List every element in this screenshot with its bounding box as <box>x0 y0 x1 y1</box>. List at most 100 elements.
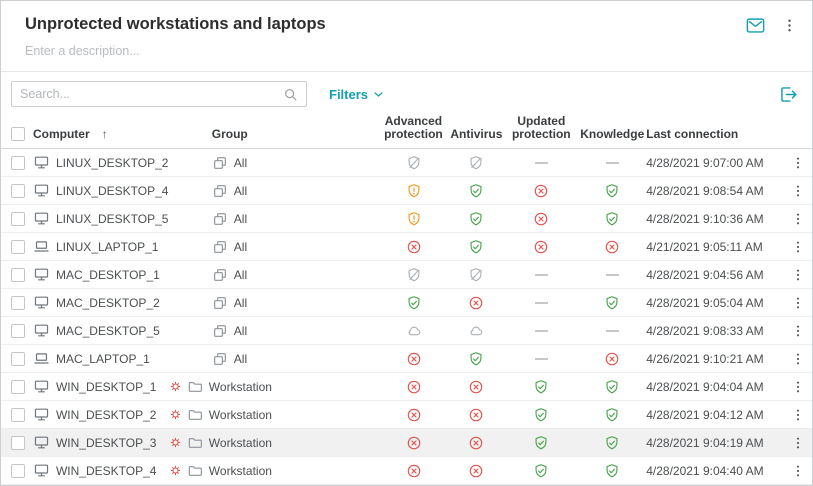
column-header-group[interactable]: Group <box>187 128 377 141</box>
computer-name[interactable]: MAC_DESKTOP_1 <box>56 268 160 282</box>
advanced-protection-status <box>377 463 451 479</box>
table-body: LINUX_DESKTOP_2 All 4/28/2021 9:07:00 AM… <box>1 149 812 485</box>
column-header-last-connection[interactable]: Last connection <box>644 128 784 141</box>
column-header-knowledge[interactable]: Knowledge <box>580 128 644 141</box>
row-kebab-menu-icon[interactable] <box>784 379 812 395</box>
row-kebab-menu-icon[interactable] <box>784 155 812 171</box>
table-row[interactable]: WIN_DESKTOP_4 Workstation 4/28/2021 9:04… <box>1 457 812 485</box>
table-row[interactable]: MAC_DESKTOP_1 All 4/28/2021 9:04:56 AM <box>1 261 812 289</box>
row-kebab-menu-icon[interactable] <box>784 239 812 255</box>
group-cell[interactable]: All <box>187 155 377 171</box>
export-icon[interactable] <box>778 84 799 105</box>
row-checkbox[interactable] <box>11 184 25 198</box>
table-row[interactable]: LINUX_DESKTOP_4 All 4/28/2021 9:08:54 AM <box>1 177 812 205</box>
row-kebab-menu-icon[interactable] <box>784 183 812 199</box>
group-cell[interactable]: All <box>187 295 377 311</box>
sort-ascending-icon[interactable]: ↑ <box>102 128 108 141</box>
group-name: Workstation <box>209 408 272 422</box>
row-kebab-menu-icon[interactable] <box>784 463 812 479</box>
row-kebab-menu-icon[interactable] <box>784 323 812 339</box>
group-cell[interactable]: Workstation <box>187 407 377 423</box>
monitor-icon <box>33 266 50 283</box>
table-row[interactable]: WIN_DESKTOP_1 Workstation 4/28/2021 9:04… <box>1 373 812 401</box>
group-cell[interactable]: All <box>187 351 377 367</box>
folder-icon <box>187 379 203 395</box>
row-checkbox[interactable] <box>11 268 25 282</box>
table-row[interactable]: WIN_DESKTOP_3 Workstation 4/28/2021 9:04… <box>1 429 812 457</box>
table-row[interactable]: MAC_DESKTOP_5 All 4/28/2021 9:08:33 AM <box>1 317 812 345</box>
antivirus-status <box>450 463 502 479</box>
column-label-computer: Computer <box>33 128 90 141</box>
group-cell[interactable]: All <box>187 267 377 283</box>
header-kebab-menu-icon[interactable] <box>781 17 798 34</box>
computer-name[interactable]: WIN_DESKTOP_2 <box>56 408 156 422</box>
email-icon[interactable] <box>745 15 766 36</box>
table-row[interactable]: LINUX_LAPTOP_1 All 4/21/2021 9:05:11 AM <box>1 233 812 261</box>
table-row[interactable]: LINUX_DESKTOP_2 All 4/28/2021 9:07:00 AM <box>1 149 812 177</box>
row-kebab-menu-icon[interactable] <box>784 351 812 367</box>
table-row[interactable]: WIN_DESKTOP_2 Workstation 4/28/2021 9:04… <box>1 401 812 429</box>
knowledge-status <box>580 162 644 164</box>
row-checkbox[interactable] <box>11 156 25 170</box>
advanced-protection-status <box>377 323 451 339</box>
row-checkbox[interactable] <box>11 464 25 478</box>
group-cell[interactable]: All <box>187 323 377 339</box>
row-checkbox[interactable] <box>11 212 25 226</box>
computer-name[interactable]: LINUX_LAPTOP_1 <box>56 240 159 254</box>
computer-name[interactable]: WIN_DESKTOP_3 <box>56 436 156 450</box>
row-kebab-menu-icon[interactable] <box>784 211 812 227</box>
search-box[interactable] <box>11 81 307 107</box>
row-checkbox[interactable] <box>11 324 25 338</box>
column-header-computer[interactable]: Computer ↑ <box>33 128 169 141</box>
last-connection: 4/26/2021 9:10:21 AM <box>644 352 784 366</box>
group-cell[interactable]: Workstation <box>187 435 377 451</box>
filters-button[interactable]: Filters <box>329 87 386 102</box>
row-kebab-menu-icon[interactable] <box>784 295 812 311</box>
table-row[interactable]: LINUX_DESKTOP_5 All 4/28/2021 9:10:36 AM <box>1 205 812 233</box>
monitor-icon <box>33 322 50 339</box>
group-cell[interactable]: All <box>187 239 377 255</box>
knowledge-status <box>580 239 644 255</box>
monitor-icon <box>33 378 50 395</box>
group-all-icon <box>212 239 228 255</box>
group-cell[interactable]: Workstation <box>187 463 377 479</box>
antivirus-status <box>450 351 502 367</box>
column-header-advanced-protection[interactable]: Advanced protection <box>376 115 450 141</box>
group-cell[interactable]: All <box>187 183 377 199</box>
computer-name[interactable]: MAC_DESKTOP_2 <box>56 296 160 310</box>
column-header-updated-protection[interactable]: Updated protection <box>502 115 580 141</box>
group-cell[interactable]: Workstation <box>187 379 377 395</box>
table-row[interactable]: MAC_DESKTOP_2 All 4/28/2021 9:05:04 AM <box>1 289 812 317</box>
select-all-checkbox[interactable] <box>11 127 25 141</box>
computer-name[interactable]: WIN_DESKTOP_4 <box>56 464 156 478</box>
computer-name[interactable]: LINUX_DESKTOP_4 <box>56 184 169 198</box>
advanced-protection-status <box>377 239 451 255</box>
computer-name[interactable]: LINUX_DESKTOP_2 <box>56 156 169 170</box>
chevron-down-icon <box>371 87 386 102</box>
row-kebab-menu-icon[interactable] <box>784 407 812 423</box>
row-kebab-menu-icon[interactable] <box>784 267 812 283</box>
table-row[interactable]: MAC_LAPTOP_1 All 4/26/2021 9:10:21 AM <box>1 345 812 373</box>
row-checkbox[interactable] <box>11 408 25 422</box>
advanced-protection-status <box>377 267 451 283</box>
row-checkbox[interactable] <box>11 380 25 394</box>
description-input[interactable]: Enter a description... <box>1 36 812 71</box>
last-connection: 4/28/2021 9:04:40 AM <box>644 464 784 478</box>
group-cell[interactable]: All <box>187 211 377 227</box>
row-checkbox[interactable] <box>11 436 25 450</box>
row-checkbox[interactable] <box>11 296 25 310</box>
knowledge-status <box>580 351 644 367</box>
group-all-icon <box>212 267 228 283</box>
updated-protection-status <box>502 183 580 199</box>
folder-icon <box>187 435 203 451</box>
column-header-antivirus[interactable]: Antivirus <box>450 128 502 141</box>
row-checkbox[interactable] <box>11 352 25 366</box>
computer-name[interactable]: MAC_DESKTOP_5 <box>56 324 160 338</box>
row-kebab-menu-icon[interactable] <box>784 435 812 451</box>
search-input[interactable] <box>20 87 282 101</box>
advanced-protection-status <box>377 155 451 171</box>
computer-name[interactable]: MAC_LAPTOP_1 <box>56 352 150 366</box>
row-checkbox[interactable] <box>11 240 25 254</box>
computer-name[interactable]: WIN_DESKTOP_1 <box>56 380 156 394</box>
computer-name[interactable]: LINUX_DESKTOP_5 <box>56 212 169 226</box>
